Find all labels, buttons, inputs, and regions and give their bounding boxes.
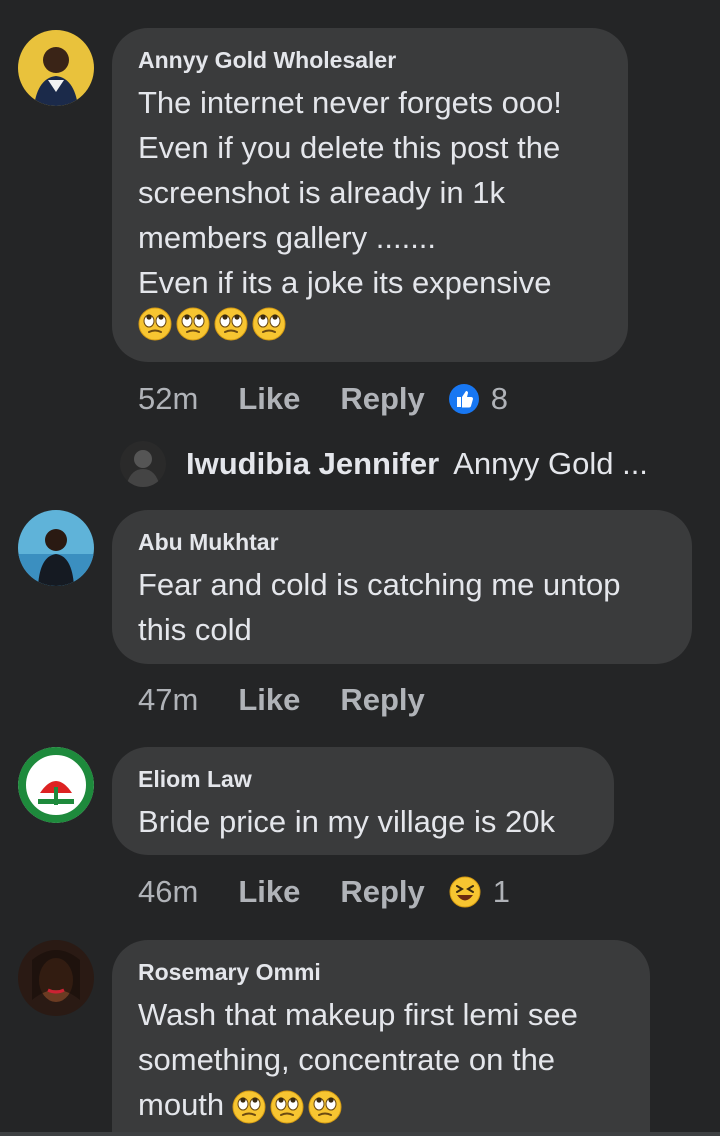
comment-text: The internet never forgets ooo! Even if … — [138, 85, 562, 300]
comment-text: Bride price in my village is 20k — [138, 804, 555, 839]
face-with-rolling-eyes-icon — [232, 1089, 267, 1124]
comment-time[interactable]: 46m — [138, 874, 198, 910]
comment-author[interactable]: Abu Mukhtar — [138, 528, 666, 556]
emoji-row — [138, 307, 286, 341]
comment-author[interactable]: Eliom Law — [138, 765, 588, 793]
comment-actions: 47m Like Reply — [138, 680, 465, 720]
comment-actions: 46m Like Reply 1 — [138, 872, 510, 912]
reply-button[interactable]: Reply — [340, 874, 424, 910]
reply-author[interactable]: Iwudibia Jennifer — [186, 446, 439, 482]
emoji-row — [232, 1089, 343, 1124]
reaction-summary[interactable]: 1 — [449, 874, 510, 910]
comment-bubble: Eliom Law Bride price in my village is 2… — [112, 747, 614, 855]
avatar-iwudibia-jennifer[interactable] — [120, 441, 166, 487]
reply-text: Annyy Gold ... — [453, 446, 648, 481]
reaction-summary[interactable]: 8 — [448, 381, 509, 417]
laughing-face-icon — [449, 876, 481, 908]
comment-text-body: Wash that makeup first lemi see somethin… — [138, 997, 578, 1122]
reply-button[interactable]: Reply — [340, 381, 424, 417]
like-button[interactable]: Like — [238, 874, 300, 910]
avatar-annyy-gold[interactable] — [18, 30, 94, 106]
comment-bubble: Annyy Gold Wholesaler The internet never… — [112, 28, 628, 362]
avatar-eliom-law[interactable] — [18, 747, 94, 823]
face-with-rolling-eyes-icon — [138, 307, 172, 341]
face-with-rolling-eyes-icon — [214, 307, 248, 341]
comment-text: Wash that makeup first lemi see somethin… — [138, 992, 624, 1127]
comment-bubble: Abu Mukhtar Fear and cold is catching me… — [112, 510, 692, 664]
avatar-rosemary-ommi[interactable] — [18, 940, 94, 1016]
comment-text: Fear and cold is catching me untop this … — [138, 567, 621, 647]
comment-author[interactable]: Rosemary Ommi — [138, 958, 624, 986]
comment-bubble: Rosemary Ommi Wash that makeup first lem… — [112, 940, 650, 1136]
like-thumb-icon — [448, 384, 479, 414]
face-with-rolling-eyes-icon — [308, 1089, 343, 1124]
reply-preview[interactable]: Iwudibia Jennifer Annyy Gold ... — [120, 440, 648, 488]
like-button[interactable]: Like — [238, 381, 300, 417]
face-with-rolling-eyes-icon — [176, 307, 210, 341]
avatar-abu-mukhtar[interactable] — [18, 510, 94, 586]
comment-time[interactable]: 52m — [138, 381, 198, 417]
face-with-rolling-eyes-icon — [252, 307, 286, 341]
like-button[interactable]: Like — [238, 682, 300, 718]
comment-actions: 52m Like Reply 8 — [138, 379, 508, 419]
divider — [0, 1132, 720, 1136]
reaction-count: 1 — [492, 874, 511, 909]
face-with-rolling-eyes-icon — [270, 1089, 305, 1124]
comment-time[interactable]: 47m — [138, 682, 198, 718]
comment-author[interactable]: Annyy Gold Wholesaler — [138, 46, 602, 74]
reply-button[interactable]: Reply — [340, 682, 424, 718]
reaction-count: 8 — [490, 381, 509, 416]
